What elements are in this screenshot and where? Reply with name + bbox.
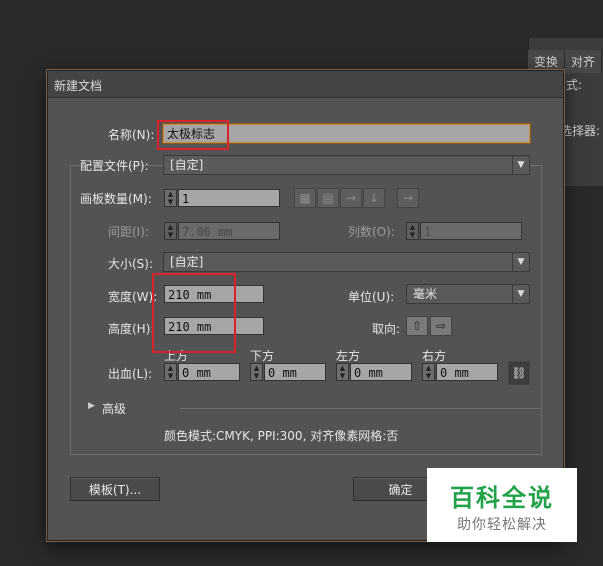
- columns-spinner: ▲ ▼: [406, 222, 419, 240]
- bleed-label: 出血(L):: [108, 367, 153, 381]
- dialog-title: 新建文档: [54, 79, 103, 93]
- right-to-left-icon[interactable]: →: [397, 188, 419, 208]
- size-value: [自定]: [170, 255, 204, 269]
- height-label: 高度(H):: [108, 322, 155, 336]
- grid-by-column-icon[interactable]: ▤: [317, 188, 339, 208]
- chevron-down-icon: ▼: [512, 156, 529, 174]
- portrait-orientation-icon[interactable]: ⇧: [406, 316, 428, 336]
- chevron-right-icon[interactable]: ▶: [88, 401, 95, 411]
- bleed-left-input[interactable]: 0 mm: [350, 363, 412, 381]
- orientation-label: 取向:: [372, 322, 401, 336]
- watermark-title: 百科全说: [450, 484, 554, 512]
- bleed-left-label: 左方: [336, 349, 361, 363]
- width-label: 宽度(W):: [108, 290, 158, 304]
- artboard-count-input[interactable]: 1: [178, 189, 280, 207]
- size-label: 大小(S):: [108, 257, 154, 271]
- spacing-input: 7.06 mm: [178, 222, 280, 240]
- units-value: 毫米: [413, 287, 438, 301]
- profile-label: 配置文件(P):: [80, 159, 149, 173]
- bleed-bottom-label: 下方: [250, 349, 275, 363]
- watermark-logo: 百科全说 助你轻松解决: [427, 468, 577, 542]
- bleed-bottom-spinner[interactable]: ▲ ▼: [250, 363, 263, 381]
- watermark-subtitle: 助你轻松解决: [457, 517, 547, 533]
- profile-select[interactable]: [自定] ▼: [163, 155, 530, 175]
- advanced-toggle[interactable]: 高级: [102, 400, 126, 417]
- landscape-orientation-icon[interactable]: ⇨: [430, 316, 452, 336]
- spacing-label: 间距(I):: [108, 225, 149, 239]
- bleed-top-spinner[interactable]: ▲ ▼: [164, 363, 177, 381]
- dialog-titlebar[interactable]: 新建文档: [48, 71, 563, 98]
- bleed-right-input[interactable]: 0 mm: [436, 363, 498, 381]
- document-summary: 颜色模式:CMYK, PPI:300, 对齐像素网格:否: [164, 429, 399, 443]
- spacing-spinner: ▲ ▼: [164, 222, 177, 240]
- units-label: 单位(U):: [348, 290, 395, 304]
- arrange-by-column-icon[interactable]: ↓: [363, 188, 385, 208]
- bleed-top-input[interactable]: 0 mm: [178, 363, 240, 381]
- tab-align[interactable]: 对齐: [565, 50, 603, 73]
- bleed-right-spinner[interactable]: ▲ ▼: [422, 363, 435, 381]
- bleed-right-label: 右方: [422, 349, 447, 363]
- settings-group: [70, 165, 542, 455]
- highlight-size-box: [152, 273, 236, 353]
- columns-input: 1: [420, 222, 522, 240]
- chevron-down-icon: ▼: [512, 253, 529, 271]
- name-label: 名称(N):: [108, 128, 155, 142]
- artboard-count-label: 画板数量(M):: [80, 192, 152, 206]
- columns-label: 列数(O):: [348, 225, 395, 239]
- bleed-left-spinner[interactable]: ▲ ▼: [336, 363, 349, 381]
- artboard-count-spinner[interactable]: ▲ ▼: [164, 189, 177, 207]
- arrange-by-row-icon[interactable]: →: [340, 188, 362, 208]
- link-icon[interactable]: ⛓: [508, 361, 530, 385]
- background-mode-label: 式:: [566, 78, 583, 92]
- units-select[interactable]: 毫米 ▼: [406, 284, 530, 304]
- size-select[interactable]: [自定] ▼: [163, 252, 530, 272]
- bleed-bottom-input[interactable]: 0 mm: [264, 363, 326, 381]
- highlight-name-box: [157, 120, 229, 150]
- advanced-divider: [180, 408, 540, 409]
- template-button[interactable]: 模板(T)...: [70, 477, 160, 501]
- chevron-down-icon: ▼: [512, 285, 529, 303]
- grid-by-row-icon[interactable]: ▦: [294, 188, 316, 208]
- profile-value: [自定]: [170, 158, 204, 172]
- background-picker-label: 选择器:: [560, 124, 601, 138]
